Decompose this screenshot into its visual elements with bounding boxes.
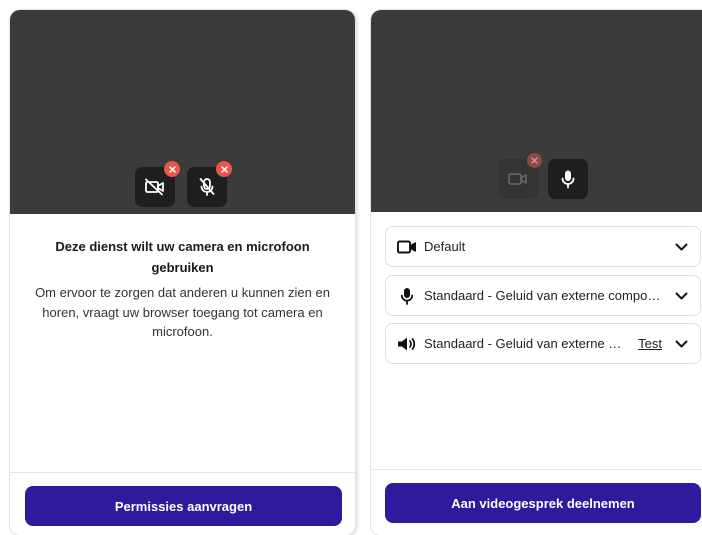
test-speaker-link[interactable]: Test [638,336,662,351]
blocked-badge [216,161,232,177]
microphone-toggle-button[interactable] [187,161,232,207]
camera-select[interactable]: Default [385,226,701,267]
blocked-badge [164,161,180,177]
video-preview [10,10,355,214]
speaker-select-value: Standaard - Geluid van externe component… [424,336,624,351]
microphone-select[interactable]: Standaard - Geluid van externe component… [385,275,701,316]
camera-select-value: Default [424,239,466,254]
microphone-toggle-button[interactable] [548,159,588,199]
permissions-panel: Deze dienst wilt uw camera en microfoon … [10,10,355,535]
speaker-select[interactable]: Standaard - Geluid van externe component… [385,323,701,364]
speaker-icon [397,334,417,354]
microphone-off-icon [199,178,215,196]
chevron-down-icon [674,240,688,254]
chevron-down-icon [674,289,688,303]
microphone-icon [397,286,417,306]
chevron-down-icon [674,337,688,351]
divider [10,472,355,473]
blocked-badge [527,153,542,168]
camera-toggle-button[interactable] [498,153,542,199]
close-icon [531,157,538,164]
permissions-description: Om ervoor te zorgen dat anderen u kunnen… [35,285,330,339]
join-call-button[interactable]: Aan videogesprek deelnemen [385,483,701,523]
close-icon [220,165,228,173]
microphone-select-value: Standaard - Geluid van externe component… [424,288,664,303]
close-icon [168,165,176,173]
camera-off-icon [145,178,164,196]
camera-icon [508,173,527,185]
request-permissions-button[interactable]: Permissies aanvragen [25,486,342,526]
permissions-title: Deze dienst wilt uw camera en microfoon … [55,239,310,275]
video-preview [371,10,702,212]
camera-icon [397,237,417,257]
camera-toggle-button[interactable] [135,161,180,207]
microphone-icon [561,170,575,189]
divider [371,469,702,470]
device-setup-panel: Default Standaard - Geluid van externe c… [371,10,702,535]
